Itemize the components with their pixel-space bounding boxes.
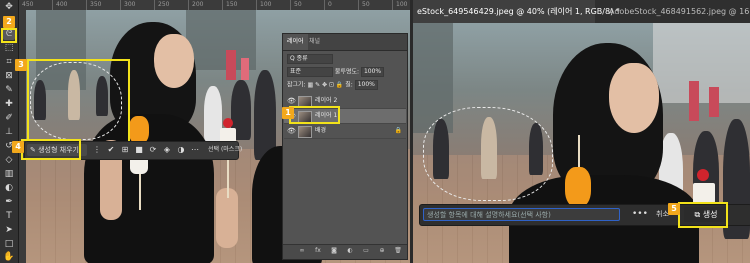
badge-2: 2 [3, 16, 15, 28]
tab-document-2[interactable]: AdobeStock_468491562.jpeg @ 16.7% (R [605, 0, 750, 23]
more-options-button[interactable]: ••• [632, 207, 648, 221]
fill-label: 칠: [345, 81, 353, 89]
layers-bottom-bar: ∞ fx ◙ ◐ ▭ ⊕ 🗑 [283, 244, 407, 259]
more-options-icon[interactable]: ⋯ [189, 144, 201, 156]
cancel-button[interactable]: 취소 [656, 208, 669, 221]
lock-label: 잠그기: [287, 81, 306, 89]
layers-panel: 레이어 채널 Q 종류 표준 불투명도: 100% 잠그기: ▦ ✎ ✥ ⊡ 🔒… [282, 33, 408, 260]
lock-icon: 🔒 [394, 127, 402, 134]
crop-icon[interactable]: ⌗ [3, 56, 15, 68]
tab-document-1[interactable]: eStock_649546429.jpeg @ 40% (레이어 1, RGB/… [413, 0, 620, 23]
invert-icon[interactable]: ⟳ [147, 144, 159, 156]
trash-icon[interactable]: 🗑 [393, 247, 403, 254]
generative-prompt-input[interactable]: 생성할 항목에 대해 설명하세요(선택 사항) [423, 208, 620, 221]
lasso-selection [423, 107, 553, 201]
stamp-icon[interactable]: ⊥ [3, 126, 15, 138]
tab-channels[interactable]: 채널 [305, 34, 324, 50]
object-select-icon[interactable]: ⬚ [3, 42, 15, 54]
eraser-icon[interactable]: ◇ [3, 154, 15, 166]
left-document-window: 450 400 350 300 250 200 150 100 50 0 50 100 [0, 0, 410, 263]
layer-filter-input[interactable]: Q 종류 [287, 54, 333, 64]
badge-1: 1 [282, 107, 294, 119]
badge-5: 5 [668, 203, 680, 215]
layer-thumbnail [298, 126, 312, 138]
adjustment-icon[interactable]: ◐ [345, 247, 355, 254]
document-tabs: eStock_649546429.jpeg @ 40% (레이어 1, RGB/… [413, 0, 750, 24]
frame-icon[interactable]: ⊠ [3, 70, 15, 82]
blend-mode-select[interactable]: 표준 [287, 67, 333, 77]
type-icon[interactable]: T [3, 210, 15, 222]
opacity-label: 불투명도: [334, 68, 360, 76]
select-mask-button[interactable]: 선택 (마스크) [208, 144, 242, 156]
rectangle-icon[interactable]: □ [3, 238, 15, 250]
eye-icon[interactable]: 👁 [287, 124, 296, 138]
badge-4: 4 [12, 141, 24, 153]
highlight-layer-1 [289, 106, 340, 124]
highlight-lasso-tool [1, 28, 17, 43]
eyedropper-icon[interactable]: ✎ [3, 84, 15, 96]
tab-layers[interactable]: 레이어 [283, 34, 308, 50]
link-icon[interactable]: ∞ [297, 247, 307, 254]
new-layer-icon[interactable]: ⊕ [377, 247, 387, 254]
select-subject-icon[interactable]: ✔ [105, 144, 117, 156]
highlight-generate-button [678, 202, 728, 228]
move-icon[interactable]: ✥ [3, 1, 15, 13]
pen-icon[interactable]: ✒ [3, 196, 15, 208]
hand-icon[interactable]: ✋ [3, 251, 15, 263]
screenshot: 450 400 350 300 250 200 150 100 50 0 50 100 [0, 0, 750, 263]
mask-icon[interactable]: ◙ [329, 247, 339, 254]
path-select-icon[interactable]: ➤ [3, 224, 15, 236]
transform-icon[interactable]: ⊞ [119, 144, 131, 156]
brush-icon[interactable]: ✐ [3, 112, 15, 124]
highlight-generative-fill [21, 139, 81, 160]
opacity-input[interactable]: 100% [360, 67, 385, 77]
top-ruler: 450 400 350 300 250 200 150 100 50 0 50 100 [18, 0, 410, 10]
gradient-icon[interactable]: ▥ [3, 168, 15, 180]
more-icon[interactable]: ⋮ [91, 144, 103, 156]
fill-input[interactable]: 100% [354, 80, 378, 90]
fill-icon[interactable]: ◈ [161, 144, 173, 156]
fx-icon[interactable]: fx [313, 247, 323, 254]
group-icon[interactable]: ▭ [361, 247, 371, 254]
layer-row[interactable]: 👁 배경 🔒 [284, 124, 406, 139]
spot-heal-icon[interactable]: ✚ [3, 98, 15, 110]
badge-3: 3 [15, 59, 27, 71]
adjust-icon[interactable]: ◑ [175, 144, 187, 156]
blur-icon[interactable]: ◐ [3, 182, 15, 194]
mask-icon[interactable]: ■ [133, 144, 145, 156]
highlight-selection-area [27, 59, 130, 143]
